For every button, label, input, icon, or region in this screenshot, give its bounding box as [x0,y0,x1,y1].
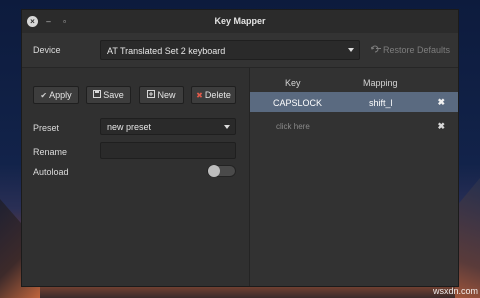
device-select[interactable]: AT Translated Set 2 keyboard [100,40,360,60]
device-label: Device [33,45,61,55]
delete-button[interactable]: ✖ Delete [191,86,236,104]
checkmark-icon: ✔ [40,91,48,100]
dropdown-caret-icon [224,125,230,129]
delete-icon: ✖ [196,91,203,100]
restore-defaults-button[interactable]: Restore Defaults [370,45,451,55]
save-icon [93,88,102,104]
device-row: Device AT Translated Set 2 keyboard Rest… [22,33,458,68]
new-label: New [157,90,176,100]
save-label: Save [103,90,124,100]
column-header-mapping: Mapping [363,78,398,88]
restore-icon [370,45,381,55]
apply-label: Apply [49,90,72,100]
save-button[interactable]: Save [86,86,131,104]
remove-mapping-icon[interactable]: ✖ [437,97,445,108]
window-title: Key Mapper [214,16,266,26]
preset-label: Preset [33,123,60,133]
restore-defaults-label: Restore Defaults [383,45,451,55]
mapping-panel: Key Mapping CAPSLOCK shift_l ✖ click her… [250,68,458,286]
preset-select[interactable]: new preset [100,118,236,135]
mapping-key-cell[interactable]: CAPSLOCK [273,98,322,108]
autoload-toggle[interactable] [207,165,236,177]
preset-panel: ✔ Apply Save New ✖ Delete Preset new prese… [22,68,250,286]
new-button[interactable]: New [139,86,184,104]
dropdown-caret-icon [348,48,354,52]
mapping-row[interactable]: CAPSLOCK shift_l ✖ [250,92,458,112]
mapping-value-cell[interactable]: shift_l [369,98,393,108]
column-header-key: Key [285,78,301,88]
new-document-icon [147,88,156,104]
key-mapper-window: × – ▫ Key Mapper Device AT Translated Se… [21,9,459,287]
watermark: wsxdn.com [432,286,478,296]
mapping-key-cell[interactable]: click here [276,122,310,131]
autoload-label: Autoload [33,167,69,177]
delete-label: Delete [204,90,231,100]
remove-mapping-icon[interactable]: ✖ [437,121,445,132]
toggle-knob [208,165,220,177]
device-select-value: AT Translated Set 2 keyboard [107,46,226,56]
rename-input[interactable] [100,142,236,159]
apply-button[interactable]: ✔ Apply [33,86,79,104]
rename-label: Rename [33,147,68,157]
mapping-row[interactable]: click here ✖ [250,116,458,136]
title-bar: × – ▫ Key Mapper [22,10,458,34]
preset-select-value: new preset [107,122,152,132]
